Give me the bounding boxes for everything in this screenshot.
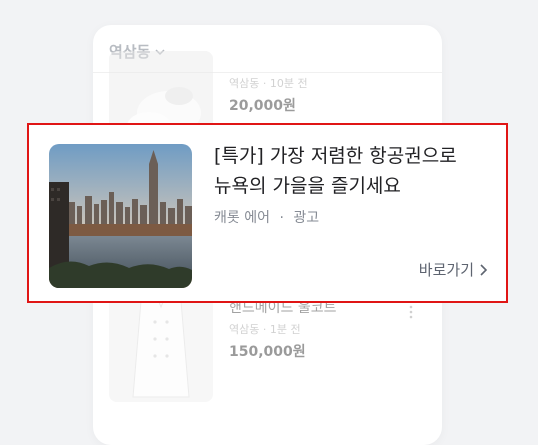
ad-label: 광고 <box>293 210 320 226</box>
ad-image-new-york-skyline <box>49 144 192 288</box>
listing-meta: 역삼동 · 1분 전 <box>229 323 301 336</box>
ad-sponsor-info: 캐롯 에어 · 광고 <box>214 207 319 227</box>
ad-title-line-1: [특가] 가장 저렴한 항공권으로 <box>214 145 457 167</box>
go-to-ad-label: 바로가기 <box>418 261 474 279</box>
separator-dot: · <box>279 210 284 226</box>
listing-price: 20,000원 <box>229 98 296 114</box>
highlighted-ad-frame: [특가] 가장 저렴한 항공권으로 뉴욕의 가을을 즐기세요 캐롯 에어 · 광… <box>27 123 508 303</box>
ad-title: [특가] 가장 저렴한 항공권으로 뉴욕의 가을을 즐기세요 <box>214 141 489 201</box>
more-vertical-icon[interactable] <box>409 305 413 319</box>
advertiser-name: 캐롯 에어 <box>214 210 270 226</box>
chevron-right-icon <box>480 263 488 276</box>
listing-meta: 역삼동 · 10분 전 <box>229 77 308 90</box>
ad-title-line-2: 뉴욕의 가을을 즐기세요 <box>214 175 401 197</box>
ad-card[interactable]: [특가] 가장 저렴한 항공권으로 뉴욕의 가을을 즐기세요 캐롯 에어 · 광… <box>29 125 506 301</box>
listing-price: 150,000원 <box>229 344 306 360</box>
go-to-ad-button[interactable]: 바로가기 <box>419 259 488 280</box>
